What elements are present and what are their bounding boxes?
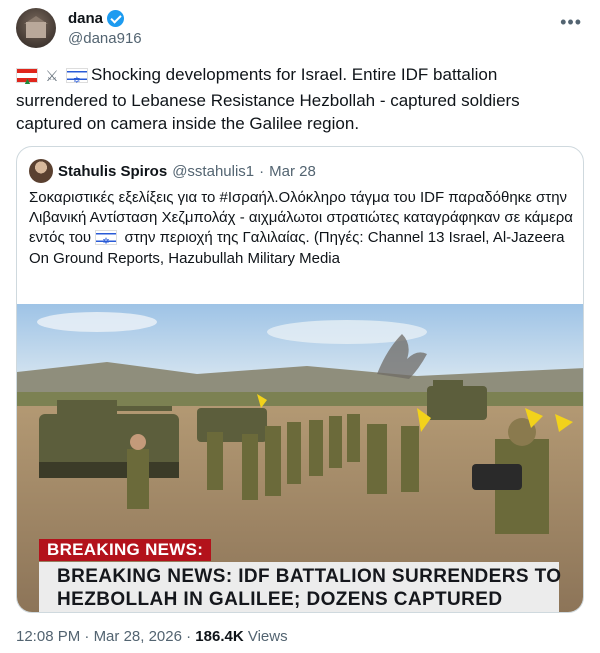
author-name-row: dana [68,10,125,27]
israel-flag-icon [66,68,88,93]
headline-line1: BREAKING NEWS: IDF BATTALION SURRENDERS … [57,566,562,587]
quoted-text: Σοκαριστικές εξελίξεις για το #Ισραήλ.Ολ… [29,188,575,269]
more-horizontal-icon[interactable]: ••• [560,12,582,33]
meta-separator-2: · [186,628,192,645]
headline-line2: HEZBOLLAH IN GALILEE; DOZENS CAPTURED [57,589,503,610]
verified-badge-icon [107,10,125,27]
author-avatar[interactable] [16,8,56,48]
tweet-body: Shocking developments for Israel. Entire… [16,65,520,133]
views-label: Views [247,628,288,645]
quoted-date: Mar 28 [269,162,316,180]
crossed-swords-icon: ⚔ [45,68,59,85]
israel-flag-icon [95,230,118,252]
views-count: 186.4K [195,628,244,645]
author-name[interactable]: dana [68,10,103,27]
quoted-header: Stahulis Spiros @sstahulis1 · Mar 28 [29,159,316,183]
tweet-date[interactable]: Mar 28, 2026 [94,628,182,645]
quoted-tweet[interactable]: Stahulis Spiros @sstahulis1 · Mar 28 Σοκ… [16,146,584,613]
lebanon-flag-icon [16,68,38,94]
breaking-news-banner: BREAKING NEWS: BREAKING NEWS: IDF BATTAL… [17,536,583,612]
tweet-time[interactable]: 12:08 PM [16,628,80,645]
quoted-name: Stahulis Spiros [58,162,168,180]
breaking-news-body: BREAKING NEWS: IDF BATTALION SURRENDERS … [39,562,562,612]
quoted-separator: · [259,162,265,180]
quoted-photo[interactable]: BREAKING NEWS: BREAKING NEWS: IDF BATTAL… [17,304,583,612]
quoted-handle: @sstahulis1 [172,162,255,180]
tweet-meta: 12:08 PM · Mar 28, 2026 · 186.4K Views [16,628,288,645]
tweet-text: ⚔Shocking developments for Israel. Entir… [16,63,576,136]
author-handle[interactable]: @dana916 [68,30,142,47]
tweet-header: dana @dana916 ••• [16,8,584,52]
quoted-avatar [29,159,53,183]
meta-separator-1: · [84,628,90,645]
breaking-news-tag: BREAKING NEWS: [39,539,212,561]
camera-icon [472,464,522,490]
